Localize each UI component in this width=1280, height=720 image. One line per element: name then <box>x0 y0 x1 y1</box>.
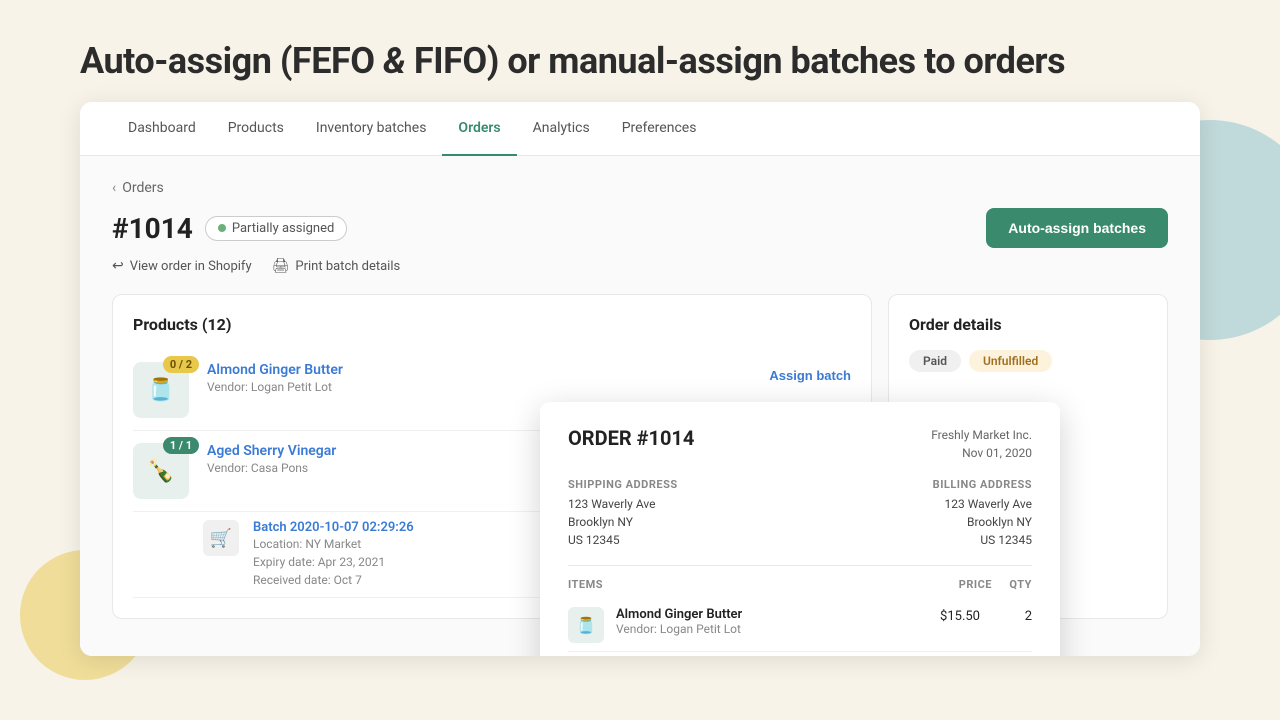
qty-badge-2: 1 / 1 <box>163 437 199 454</box>
breadcrumb-arrow-icon: ‹ <box>112 180 116 196</box>
invoice-item-img-1: 🫙 <box>568 607 604 643</box>
shopify-icon: ↩ <box>112 258 124 274</box>
invoice-shipping-address: SHIPPING ADDRESS 123 Waverly Ave Brookly… <box>568 478 792 549</box>
product-info-1: Almond Ginger Butter Vendor: Logan Petit… <box>207 362 755 394</box>
invoice-table-header: ITEMS PRICE QTY <box>568 578 1032 591</box>
nav-item-inventory-batches[interactable]: Inventory batches <box>300 102 443 156</box>
invoice-billing-label: BILLING ADDRESS <box>808 478 1032 491</box>
breadcrumb[interactable]: ‹ Orders <box>112 180 1168 196</box>
nav-item-orders[interactable]: Orders <box>442 102 516 156</box>
invoice-date: Nov 01, 2020 <box>931 444 1032 462</box>
nav-item-analytics[interactable]: Analytics <box>517 102 606 156</box>
invoice-table: ITEMS PRICE QTY 🫙 Almond Ginger Butter V… <box>568 565 1032 656</box>
badge-unfulfilled: Unfulfilled <box>969 350 1052 372</box>
invoice-shipping-line1: 123 Waverly Ave <box>568 495 792 513</box>
nav: Dashboard Products Inventory batches Ord… <box>80 102 1200 156</box>
products-card-title: Products (12) <box>133 315 851 334</box>
order-actions: ↩ View order in Shopify 🖨 Print batch de… <box>112 258 1168 274</box>
invoice-billing-line2: Brooklyn NY <box>808 513 1032 531</box>
breadcrumb-label: Orders <box>122 180 164 196</box>
batch-icon-1: 🛒 <box>203 520 239 556</box>
view-in-shopify-link[interactable]: ↩ View order in Shopify <box>112 258 252 274</box>
invoice-billing-line1: 123 Waverly Ave <box>808 495 1032 513</box>
invoice-addresses: SHIPPING ADDRESS 123 Waverly Ave Brookly… <box>568 478 1032 549</box>
invoice-batch-row-1: 1 of 2 Batch 2020-10-07 02:37:55 Locatio… <box>568 652 1032 656</box>
invoice-item-vendor-1: Vendor: Logan Petit Lot <box>616 622 898 636</box>
status-badge: Partially assigned <box>205 216 347 241</box>
invoice-shipping-line3: US 12345 <box>568 531 792 549</box>
invoice-col-qty-header: QTY <box>992 578 1032 591</box>
badge-paid: Paid <box>909 350 961 372</box>
assign-batch-button-1[interactable]: Assign batch <box>769 368 851 383</box>
invoice-item-price-1: $15.50 <box>910 607 980 624</box>
status-dot-icon <box>218 224 226 232</box>
invoice-meta: Freshly Market Inc. Nov 01, 2020 <box>931 426 1032 462</box>
view-in-shopify-label: View order in Shopify <box>130 259 252 274</box>
invoice-shipping-label: SHIPPING ADDRESS <box>568 478 792 491</box>
order-title-row: #1014 Partially assigned <box>112 212 347 245</box>
invoice-overlay: ORDER #1014 Freshly Market Inc. Nov 01, … <box>540 402 1060 656</box>
product-image-wrap-2: 🍾 1 / 1 <box>133 443 193 499</box>
invoice-col-items-header: ITEMS <box>568 578 922 591</box>
invoice-item-name-1: Almond Ginger Butter <box>616 607 898 622</box>
order-header: #1014 Partially assigned Auto-assign bat… <box>112 208 1168 248</box>
order-details-title: Order details <box>909 315 1147 334</box>
product-vendor-1: Vendor: Logan Petit Lot <box>207 380 755 394</box>
nav-item-preferences[interactable]: Preferences <box>606 102 713 156</box>
print-batch-details-link[interactable]: 🖨 Print batch details <box>272 258 401 274</box>
product-name-1[interactable]: Almond Ginger Butter <box>207 362 755 378</box>
nav-item-products[interactable]: Products <box>212 102 300 156</box>
app-window: Dashboard Products Inventory batches Ord… <box>80 102 1200 656</box>
auto-assign-button[interactable]: Auto-assign batches <box>986 208 1168 248</box>
invoice-shipping-line2: Brooklyn NY <box>568 513 792 531</box>
print-icon: 🖨 <box>272 258 290 274</box>
print-batch-details-label: Print batch details <box>295 259 400 274</box>
invoice-company: Freshly Market Inc. <box>931 426 1032 444</box>
main-content: ‹ Orders #1014 Partially assigned Auto-a… <box>80 156 1200 656</box>
qty-badge-1: 0 / 2 <box>163 356 199 373</box>
invoice-item-qty-1: 2 <box>992 607 1032 624</box>
product-image-wrap-1: 🫙 0 / 2 <box>133 362 193 418</box>
order-detail-badges: Paid Unfulfilled <box>909 350 1147 372</box>
invoice-row-1: 🫙 Almond Ginger Butter Vendor: Logan Pet… <box>568 599 1032 652</box>
invoice-billing-address: BILLING ADDRESS 123 Waverly Ave Brooklyn… <box>808 478 1032 549</box>
nav-item-dashboard[interactable]: Dashboard <box>112 102 212 156</box>
invoice-order-number: ORDER #1014 <box>568 426 694 450</box>
invoice-item-info-1: Almond Ginger Butter Vendor: Logan Petit… <box>616 607 898 636</box>
order-number: #1014 <box>112 212 193 245</box>
invoice-col-price-header: PRICE <box>922 578 992 591</box>
status-label: Partially assigned <box>232 221 334 236</box>
invoice-billing-line3: US 12345 <box>808 531 1032 549</box>
page-heading: Auto-assign (FEFO & FIFO) or manual-assi… <box>0 0 1280 102</box>
invoice-header: ORDER #1014 Freshly Market Inc. Nov 01, … <box>568 426 1032 462</box>
